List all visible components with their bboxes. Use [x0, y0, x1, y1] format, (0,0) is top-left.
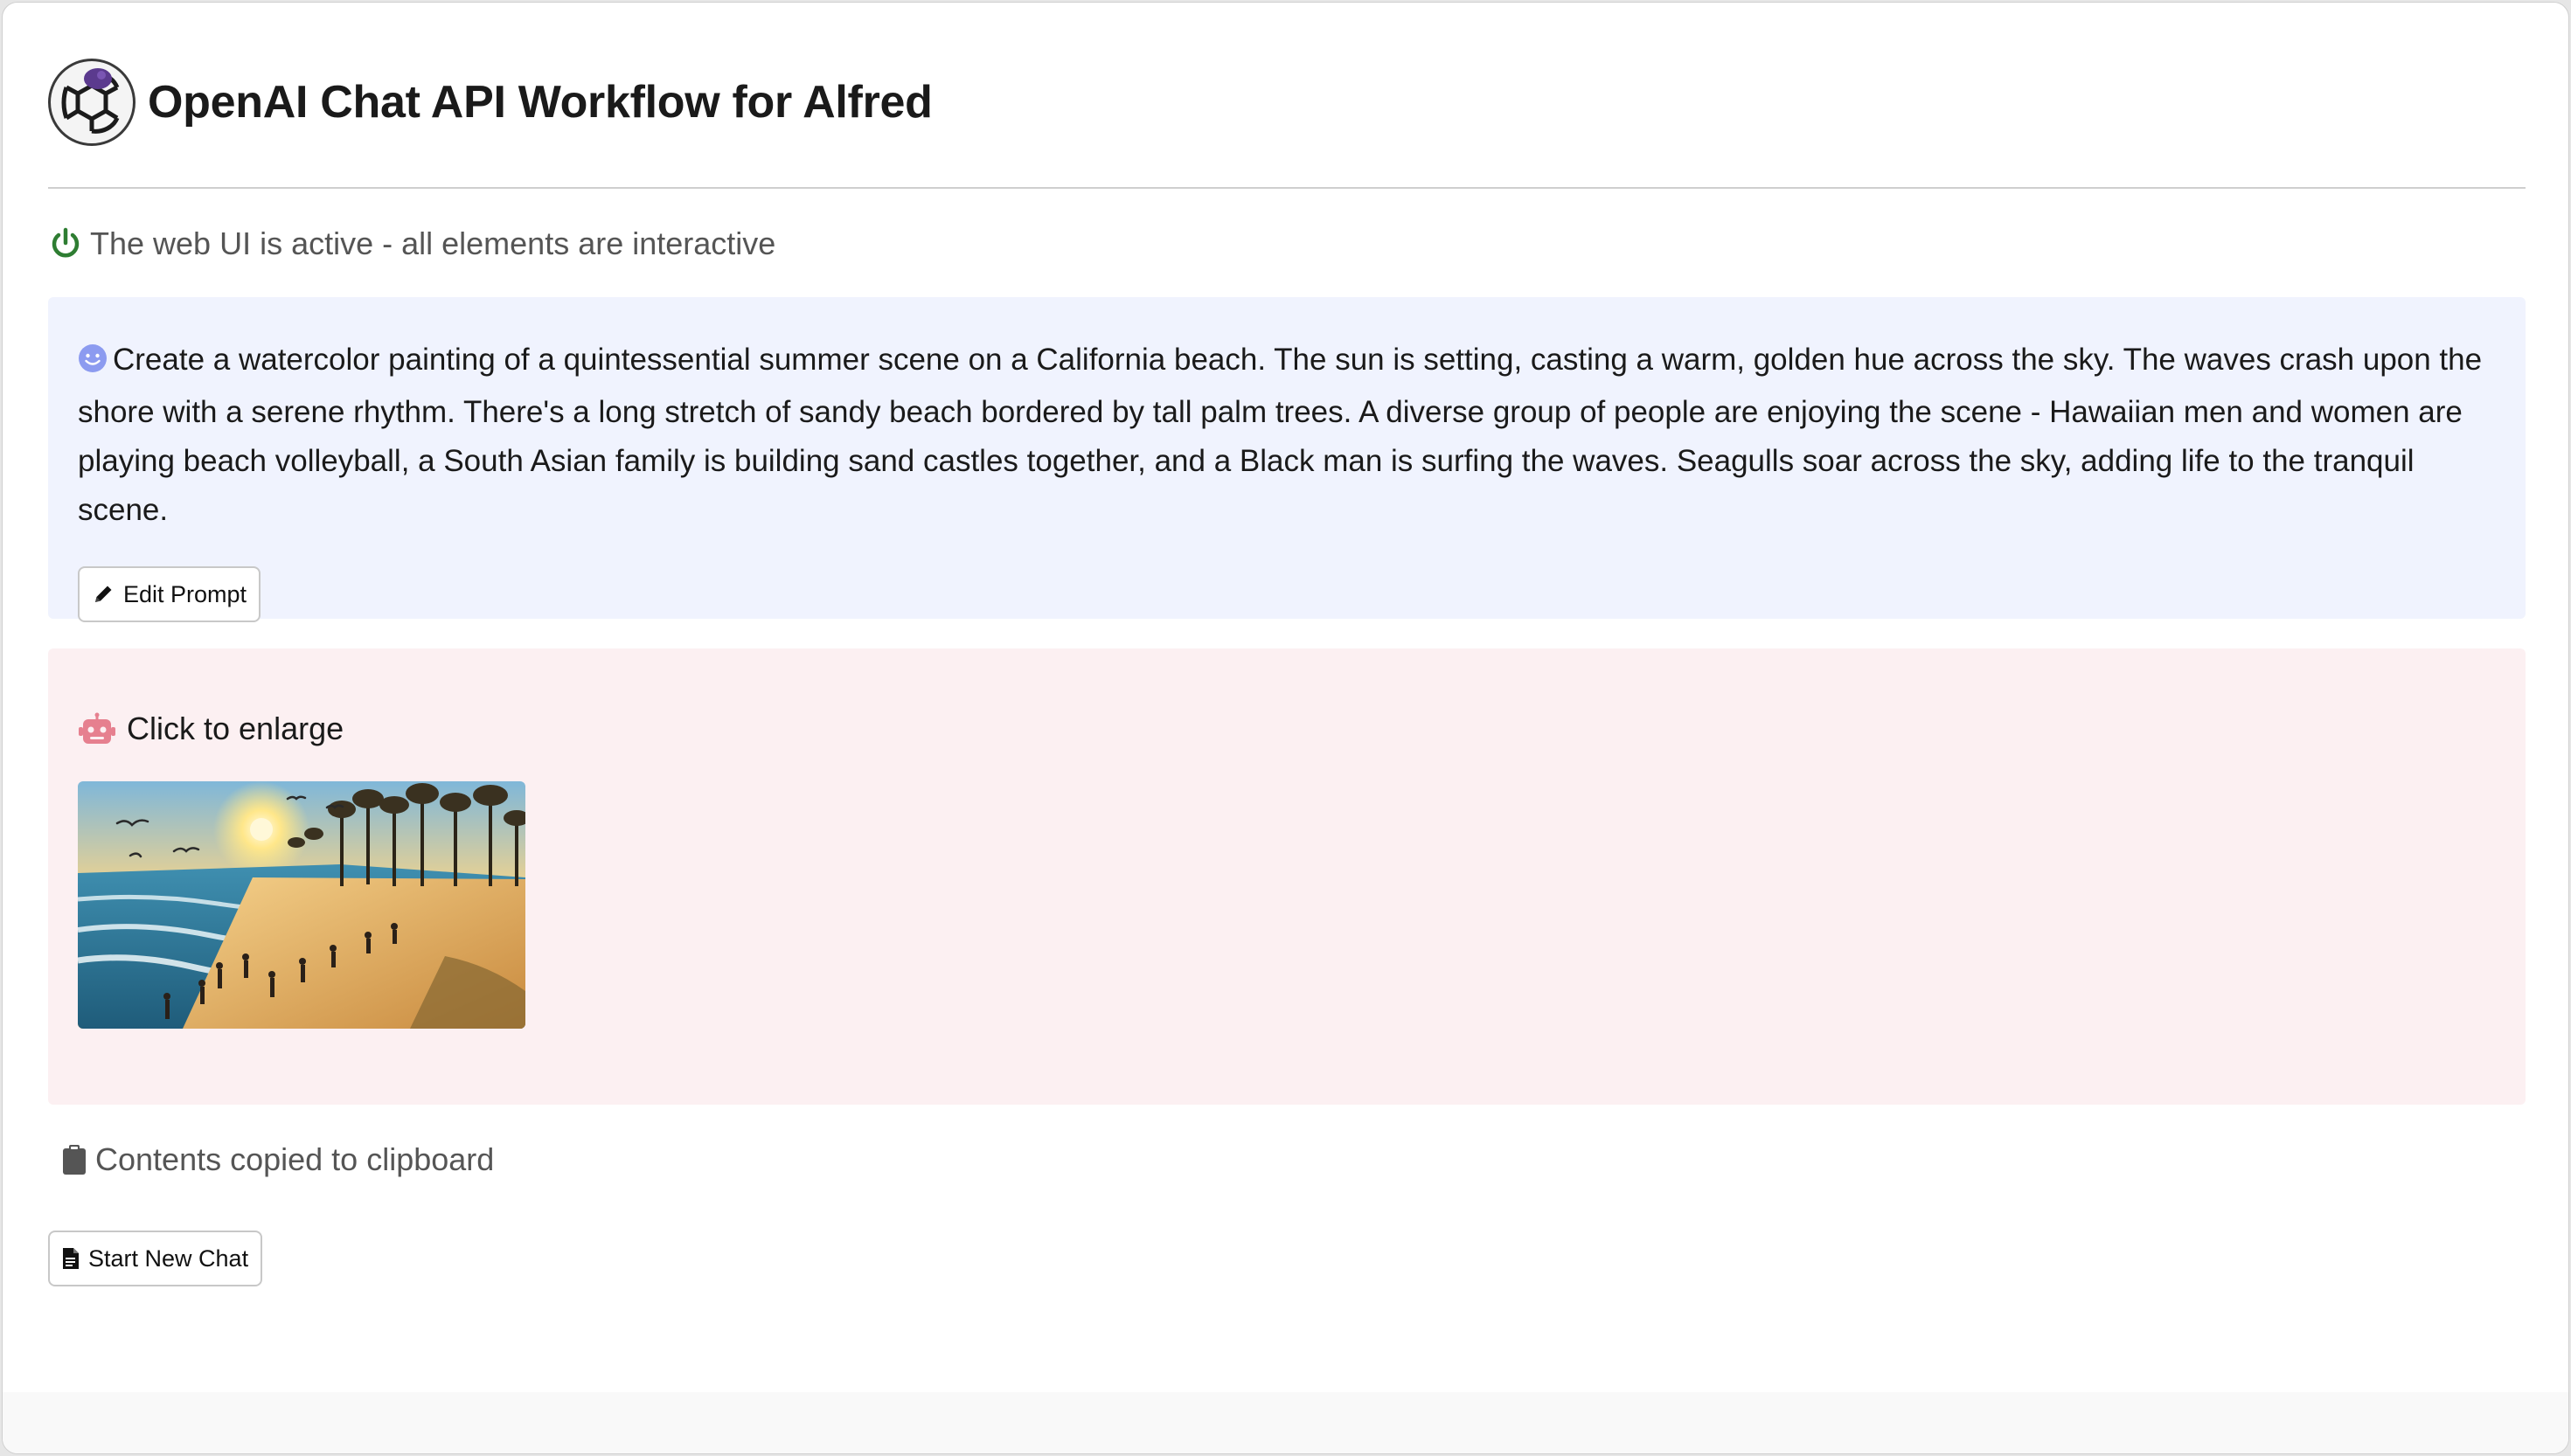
page-title: OpenAI Chat API Workflow for Alfred	[148, 76, 933, 128]
power-icon	[50, 227, 81, 260]
robot-icon	[78, 712, 116, 745]
user-face-icon	[78, 339, 108, 388]
assistant-label: Click to enlarge	[78, 708, 2496, 750]
main-content: OpenAI Chat API Workflow for Alfred The …	[48, 3, 2526, 1286]
user-prompt-text: Create a watercolor painting of a quinte…	[78, 343, 2483, 527]
header-divider	[48, 187, 2526, 189]
assistant-message-card: Click to enlarge	[48, 648, 2526, 1105]
openai-logo-icon	[48, 58, 135, 146]
edit-prompt-button[interactable]: Edit Prompt	[78, 566, 261, 622]
status-line: The web UI is active - all elements are …	[48, 224, 2526, 264]
clipboard-text: Contents copied to clipboard	[95, 1141, 495, 1177]
user-message-card: Create a watercolor painting of a quinte…	[48, 297, 2526, 622]
start-new-chat-button[interactable]: Start New Chat	[48, 1231, 263, 1286]
edit-prompt-label: Edit Prompt	[123, 580, 247, 607]
assistant-label-text: Click to enlarge	[127, 711, 344, 746]
app-window: OpenAI Chat API Workflow for Alfred The …	[2, 2, 2569, 1454]
generated-image-thumbnail[interactable]	[78, 781, 525, 1029]
document-icon	[62, 1247, 80, 1270]
user-prompt: Create a watercolor painting of a quinte…	[78, 336, 2496, 535]
page-header: OpenAI Chat API Workflow for Alfred	[48, 52, 2526, 152]
clipboard-status: Contents copied to clipboard	[48, 1138, 2526, 1182]
clipboard-icon	[62, 1144, 87, 1175]
start-new-chat-label: Start New Chat	[88, 1245, 249, 1272]
pencil-icon	[92, 583, 115, 606]
status-text: The web UI is active - all elements are …	[90, 225, 776, 261]
